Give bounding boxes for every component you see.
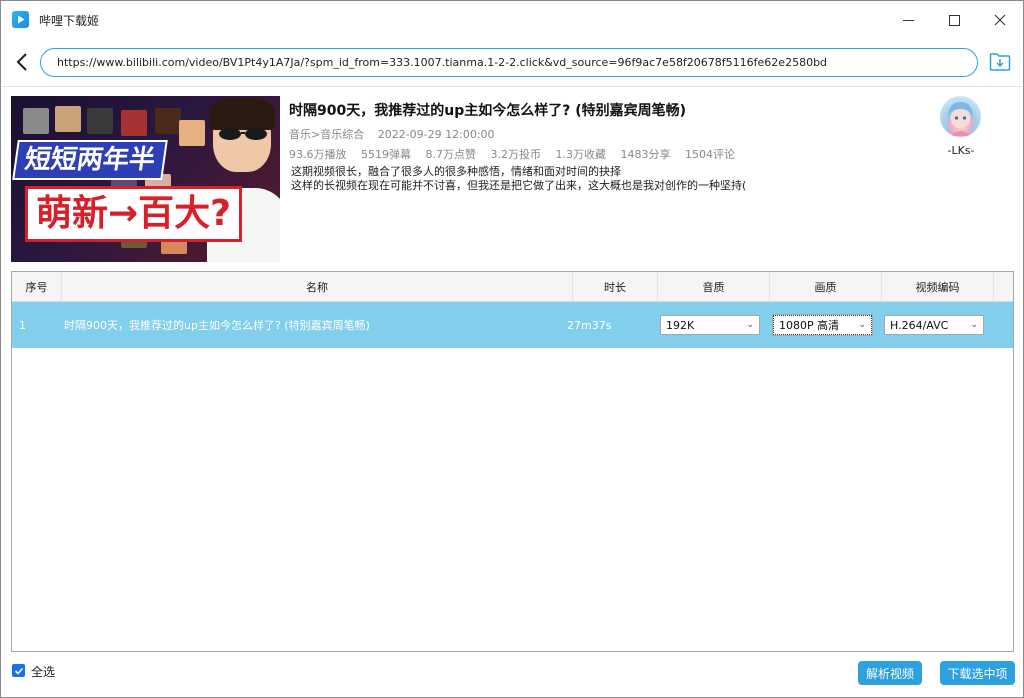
row-name: 时隔900天，我推荐过的up主如今怎么样了? (特别嘉宾周笔畅): [64, 319, 370, 332]
window-title: 哔哩下载姬: [39, 14, 100, 28]
arrow-left-icon: [16, 53, 27, 71]
download-selected-button[interactable]: 下载选中项: [940, 661, 1015, 685]
video-meta: 音乐>音乐综合 2022-09-29 12:00:00: [289, 126, 505, 142]
chevron-down-icon: ⌄: [746, 320, 754, 330]
select-all-label[interactable]: 全选: [31, 663, 55, 680]
title-bar: 哔哩下载姬: [1, 1, 1023, 39]
stat-shares: 1483分享: [620, 148, 671, 161]
stat-likes: 8.7万点赞: [425, 148, 477, 161]
codec-value: H.264/AVC: [890, 318, 949, 332]
codec-select[interactable]: H.264/AVC ⌄: [884, 315, 984, 335]
uploader-avatar[interactable]: [940, 96, 981, 137]
audio-quality-value: 192K: [666, 318, 695, 332]
video-stats: 93.6万播放 5519弹幕 8.7万点赞 3.2万投币 1.3万收藏 1483…: [289, 146, 746, 162]
column-video[interactable]: 画质: [770, 272, 882, 301]
column-duration[interactable]: 时长: [573, 272, 658, 301]
column-codec[interactable]: 视频编码: [882, 272, 994, 301]
maximize-button[interactable]: [931, 1, 977, 39]
url-text: https://www.bilibili.com/video/BV1Pt4y1A…: [57, 56, 828, 69]
chevron-down-icon: ⌄: [970, 320, 978, 330]
description-line: 这期视频很长，融合了很多人的很多种感悟，情绪和面对时间的抉择: [291, 165, 621, 178]
header-divider: [2, 86, 1022, 87]
video-description: 这期视频很长，融合了很多人的很多种感悟，情绪和面对时间的抉择 这样的长视频在现在…: [291, 165, 746, 193]
stat-comments: 1504评论: [685, 148, 735, 161]
table-header: 序号 名称 时长 音质 画质 视频编码: [12, 272, 1013, 302]
column-name[interactable]: 名称: [62, 272, 573, 301]
chevron-down-icon: ⌄: [858, 320, 866, 330]
select-all-checkbox[interactable]: [12, 664, 25, 677]
url-input[interactable]: https://www.bilibili.com/video/BV1Pt4y1A…: [40, 48, 978, 77]
app-window: 哔哩下载姬 https://www.bilibili.com/video/BV1…: [0, 0, 1024, 698]
stat-favorites: 1.3万收藏: [555, 148, 607, 161]
column-index[interactable]: 序号: [12, 272, 62, 301]
video-quality-select[interactable]: 1080P 高清 ⌄: [772, 314, 873, 336]
back-button[interactable]: [13, 52, 31, 72]
row-duration: 27m37s: [567, 318, 612, 332]
video-list-table: 序号 名称 时长 音质 画质 视频编码 1 时隔900天，我推荐过的up主如今怎…: [11, 271, 1014, 652]
video-category: 音乐>音乐综合: [289, 128, 365, 141]
download-folder-button[interactable]: [988, 50, 1012, 74]
video-title: 时隔900天，我推荐过的up主如今怎么样了? (特别嘉宾周笔畅): [289, 103, 687, 119]
stat-coins: 3.2万投币: [490, 148, 542, 161]
stat-danmaku: 5519弹幕: [361, 148, 411, 161]
description-line: 这样的长视频在现在可能并不讨喜，但我还是把它做了出来，这大概也是我对创作的一种坚…: [291, 179, 747, 192]
audio-quality-select[interactable]: 192K ⌄: [660, 315, 760, 335]
app-logo-icon: [12, 11, 29, 28]
uploader-name[interactable]: -LKs-: [941, 144, 981, 157]
video-thumbnail: 短短两年半 萌新→百大?: [11, 96, 280, 262]
thumbnail-caption-bottom: 萌新→百大?: [25, 186, 243, 242]
row-index: 1: [19, 318, 26, 332]
column-audio[interactable]: 音质: [658, 272, 770, 301]
close-button[interactable]: [977, 1, 1023, 39]
minimize-button[interactable]: [885, 1, 931, 39]
table-row[interactable]: 1 时隔900天，我推荐过的up主如今怎么样了? (特别嘉宾周笔畅) 27m37…: [12, 302, 1013, 348]
stat-views: 93.6万播放: [289, 148, 347, 161]
video-quality-value: 1080P 高清: [779, 319, 840, 332]
thumbnail-caption-top: 短短两年半: [12, 140, 168, 180]
folder-download-icon: [989, 53, 1011, 71]
video-date: 2022-09-29 12:00:00: [377, 128, 495, 141]
check-icon: [14, 667, 23, 675]
parse-video-button[interactable]: 解析视频: [858, 661, 922, 685]
